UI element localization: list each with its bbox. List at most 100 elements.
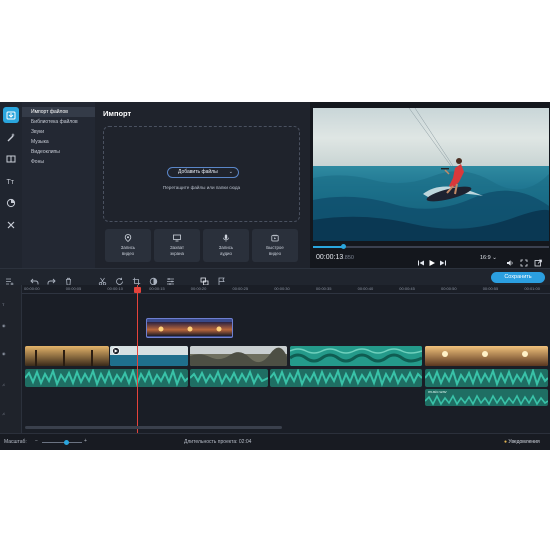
next-frame-button[interactable] — [439, 254, 447, 266]
kiteboarder-video-image — [313, 108, 549, 241]
marker-flag-icon[interactable] — [217, 273, 226, 286]
tile-label-line2: экрана — [170, 251, 184, 256]
transitions-icon[interactable] — [3, 151, 19, 167]
quick-video-icon — [271, 234, 279, 242]
add-files-label: Добавить файлы — [178, 169, 218, 175]
category-import-files[interactable]: Импорт файлов — [22, 107, 95, 117]
ruler-tick-label: 00:00:05 — [65, 286, 82, 291]
zoom-out-icon[interactable]: − — [35, 438, 38, 444]
tile-label-line1: Запись — [120, 245, 136, 250]
chevron-down-icon: ⌄ — [492, 255, 497, 261]
volume-icon[interactable] — [506, 254, 514, 266]
svg-text:Tт: Tт — [7, 179, 15, 186]
audio-clip-2[interactable] — [190, 369, 268, 387]
crop-icon[interactable] — [132, 273, 141, 286]
music-clip[interactable]: music.wav — [425, 389, 548, 406]
ruler-tick-label: 00:00:45 — [399, 286, 415, 291]
video-clip-crowd-thumbnails — [190, 346, 287, 366]
tool-rail: Tт — [0, 102, 22, 268]
music-track-note-icon[interactable]: ♫ — [2, 411, 20, 416]
magic-wand-icon[interactable] — [3, 129, 19, 145]
play-button[interactable] — [428, 254, 436, 266]
detach-player-icon[interactable] — [534, 254, 542, 267]
category-sounds[interactable]: Звуки — [22, 127, 95, 137]
screen-capture-tile[interactable]: Захват экрана — [154, 229, 200, 262]
ruler-tick-label: 00:00:10 — [107, 286, 123, 291]
video-track-eye-icon[interactable]: ◉ — [2, 351, 20, 356]
notifications-button[interactable]: ● Уведомления — [504, 439, 540, 445]
timecode: 00:00:13.850 — [316, 254, 354, 261]
overlay-clip[interactable] — [146, 318, 233, 338]
quick-video-tile[interactable]: Быстрое видео — [252, 229, 298, 262]
playback-scrubber[interactable] — [341, 244, 347, 249]
file-drop-zone[interactable]: Добавить файлы ⌄ Перетащите файлы или па… — [103, 126, 300, 222]
add-track-icon[interactable] — [5, 273, 14, 286]
category-music[interactable]: Музыка — [22, 137, 95, 147]
title-track-icon[interactable]: T — [2, 302, 20, 307]
ruler-tick-label: 00:00:40 — [357, 286, 374, 291]
tile-label-line1: Захват — [170, 245, 184, 250]
zoom-slider[interactable] — [42, 440, 82, 445]
import-panel: Импорт Добавить файлы ⌄ Перетащите файлы… — [95, 102, 310, 268]
ruler-tick-label: 00:00:15 — [149, 286, 165, 291]
undo-icon[interactable] — [30, 273, 39, 285]
expand-icon[interactable] — [520, 254, 528, 267]
timecode-main: 00:00:13 — [316, 254, 344, 261]
add-files-button[interactable]: Добавить файлы ⌄ — [167, 167, 239, 178]
audio-clip-1[interactable] — [25, 369, 188, 387]
rotate-icon[interactable] — [115, 273, 124, 285]
previous-frame-button[interactable] — [417, 254, 425, 266]
timeline[interactable]: 00:00:00 00:00:05 00:00:10 00:00:15 00:00:20… — [0, 285, 550, 433]
video-clip-1-thumbnails — [25, 346, 109, 366]
playhead-handle[interactable] — [134, 287, 141, 293]
zoom-in-icon[interactable]: + — [84, 438, 87, 444]
scale-label: Масштаб: — [4, 439, 27, 445]
audio-clip-3[interactable] — [270, 369, 422, 387]
more-tools-icon[interactable] — [3, 217, 19, 233]
project-duration: Длительность проекта: 02:04 — [184, 439, 251, 445]
time-ruler[interactable]: 00:00:00 00:00:05 00:00:10 00:00:15 00:00:20… — [22, 285, 550, 294]
aspect-ratio-select[interactable]: 16:9 ⌄ — [480, 255, 497, 261]
video-clip-crowd[interactable] — [190, 346, 287, 366]
audio-track-note-icon[interactable]: ♫ — [2, 382, 20, 387]
video-clip-kiteboard-thumbnails — [110, 346, 188, 366]
cut-icon[interactable] — [98, 273, 107, 286]
tile-label-line1: Запись — [218, 245, 234, 250]
status-bar: Масштаб: − + Длительность проекта: 02:04… — [0, 433, 550, 450]
duration-value: 02:04 — [238, 439, 252, 445]
video-clip-1[interactable] — [25, 346, 109, 366]
record-audio-tile[interactable]: Запись аудио — [203, 229, 249, 262]
panel-title: Импорт — [103, 109, 132, 118]
chevron-down-icon: ⌄ — [228, 169, 233, 175]
audio-clip-4[interactable] — [425, 369, 548, 387]
video-clip-water[interactable] — [290, 346, 422, 366]
playback-progress-bar[interactable] — [313, 244, 549, 249]
import-icon[interactable] — [3, 107, 19, 123]
titles-icon[interactable]: Tт — [3, 173, 19, 189]
category-file-library[interactable]: Библиотека файлов — [22, 117, 95, 127]
microphone-icon — [223, 234, 229, 242]
ruler-tick-label: 00:00:30 — [274, 286, 290, 291]
clip-properties-icon[interactable] — [166, 273, 175, 285]
zoom-slider-handle[interactable] — [63, 440, 69, 445]
redo-icon[interactable] — [47, 273, 56, 285]
video-clip-sunset[interactable] — [425, 346, 548, 366]
video-clip-kiteboard[interactable] — [110, 346, 188, 366]
detach-audio-icon[interactable] — [200, 273, 209, 286]
audio-waveform — [25, 369, 188, 387]
playhead[interactable] — [137, 285, 138, 433]
color-adjust-icon[interactable] — [149, 273, 158, 286]
delete-icon[interactable] — [64, 273, 73, 286]
category-backgrounds[interactable]: Фоны — [22, 157, 95, 167]
stickers-icon[interactable] — [3, 195, 19, 211]
music-waveform — [425, 394, 548, 406]
save-button[interactable]: Сохранить — [491, 272, 545, 283]
record-video-tile[interactable]: Запись видео — [105, 229, 151, 262]
screen-capture-icon — [173, 234, 181, 242]
category-video-clips[interactable]: Видеоклипы — [22, 147, 95, 157]
playback-progress-fill — [313, 246, 344, 248]
video-editor-window: Tт Импорт файлов Библиотека файлов Звуки… — [0, 102, 550, 450]
overlay-track-eye-icon[interactable]: ◉ — [2, 323, 20, 328]
timeline-scrollbar[interactable] — [25, 426, 282, 429]
aspect-ratio-value: 16:9 — [480, 255, 491, 261]
